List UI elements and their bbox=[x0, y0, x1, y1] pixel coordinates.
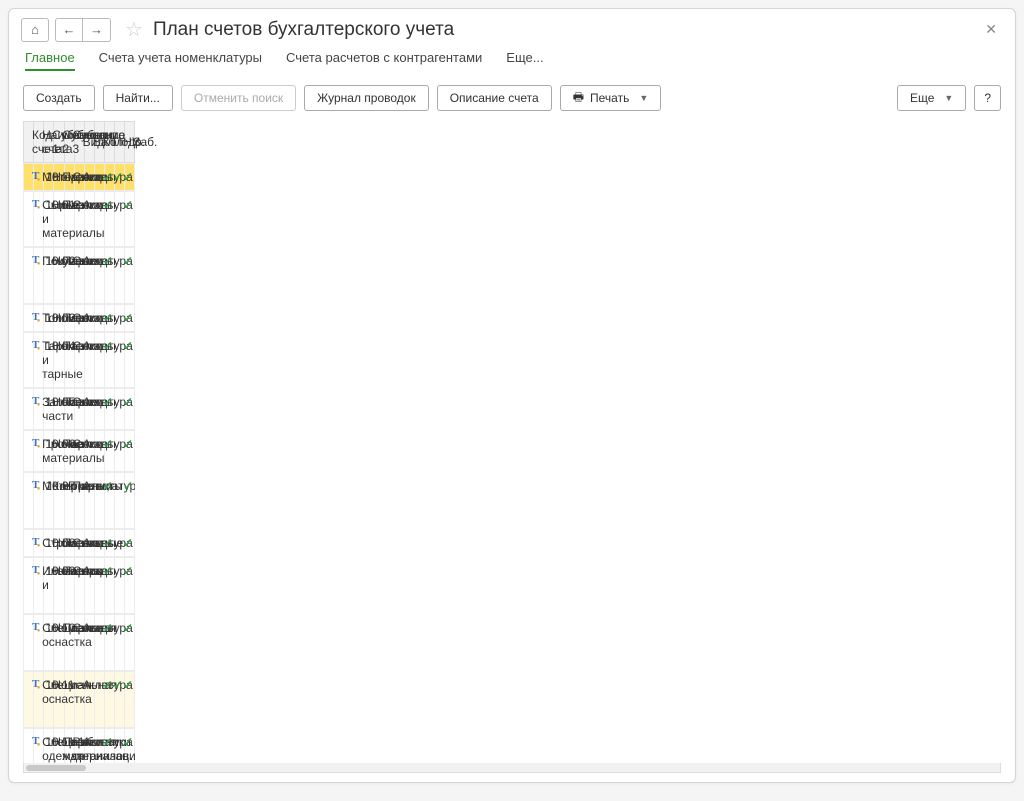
arrow-right-icon: → bbox=[90, 22, 103, 37]
table-row[interactable]: T10.09Инвентарь иНоменклатураПартииСклад… bbox=[23, 557, 135, 614]
print-button[interactable]: 🖶 Печать ▼ bbox=[560, 85, 662, 111]
table-row[interactable]: T10.08СтроительныеНоменклатураПартииСкла… bbox=[23, 529, 135, 557]
account-icon: T bbox=[32, 339, 39, 351]
account-icon: T bbox=[32, 311, 39, 323]
help-button[interactable]: ? bbox=[974, 85, 1001, 111]
account-icon: T bbox=[32, 395, 39, 407]
table-body: T10МатериалыНоменклатураПартииСкладыА✓✓✓… bbox=[23, 163, 135, 763]
table-row[interactable]: T10.10Специальная оснасткаНоменклатураПа… bbox=[23, 614, 135, 671]
more-label: Еще bbox=[910, 91, 934, 105]
account-icon: T bbox=[32, 479, 39, 491]
table-row[interactable]: T10.11Специальная оснасткаНоменклатураА✓… bbox=[23, 671, 135, 728]
journal-button[interactable]: Журнал проводок bbox=[304, 85, 429, 111]
col-code[interactable]: Код счета bbox=[24, 122, 34, 163]
horizontal-scrollbar[interactable] bbox=[23, 763, 1001, 773]
table-row[interactable]: T10.02ПокупныеНоменклатураПартииСкладыА✓… bbox=[23, 247, 135, 304]
account-icon: T bbox=[32, 621, 39, 633]
favorite-icon[interactable]: ☆ bbox=[125, 17, 143, 42]
close-button[interactable]: ✕ bbox=[979, 19, 1003, 40]
forward-button[interactable]: → bbox=[83, 18, 111, 42]
page-title: План счетов бухгалтерского учета bbox=[153, 19, 454, 41]
chevron-down-icon: ▼ bbox=[944, 93, 953, 103]
account-icon: T bbox=[32, 437, 39, 449]
table-row[interactable]: T10.05Запасные частиНоменклатураПартииСк… bbox=[23, 388, 135, 430]
table-row[interactable]: T10МатериалыНоменклатураПартииСкладыА✓✓✓ bbox=[23, 163, 135, 191]
arrow-left-icon: ← bbox=[63, 22, 76, 37]
print-label: Печать bbox=[590, 91, 629, 105]
account-icon: T bbox=[32, 170, 39, 182]
find-button[interactable]: Найти... bbox=[103, 85, 173, 111]
account-icon: T bbox=[32, 735, 39, 747]
table-row[interactable]: T10.07Материалы,КонтрагентыНоменклатураП… bbox=[23, 472, 135, 529]
printer-icon: 🖶 bbox=[573, 88, 584, 109]
account-icon: T bbox=[32, 198, 39, 210]
nav-history: ← → bbox=[55, 18, 111, 42]
back-button[interactable]: ← bbox=[55, 18, 83, 42]
accounts-table: Код счета Наименование счета Субконто 1 … bbox=[23, 121, 1001, 763]
table-row[interactable]: T10.04Тара и тарныеНоменклатураПартииСкл… bbox=[23, 332, 135, 388]
table-row[interactable]: T10.11.1Специальная одежда в эксплуатаци… bbox=[23, 728, 135, 763]
account-icon: T bbox=[32, 678, 39, 690]
toolbar: Создать Найти... Отменить поиск Журнал п… bbox=[9, 79, 1015, 121]
home-button[interactable]: ⌂ bbox=[21, 18, 49, 42]
table-row[interactable]: T10.03ТопливоНоменклатураПартииСкладыА✓✓ bbox=[23, 304, 135, 332]
table-row[interactable]: T10.06Прочие материалыНоменклатураПартии… bbox=[23, 430, 135, 472]
tab-2[interactable]: Счета расчетов с контрагентами bbox=[286, 50, 482, 71]
account-icon: T bbox=[32, 254, 39, 266]
table-header: Код счета Наименование счета Субконто 1 … bbox=[23, 121, 135, 163]
table-container: Код счета Наименование счета Субконто 1 … bbox=[9, 121, 1015, 782]
account-icon: T bbox=[32, 564, 39, 576]
tab-3[interactable]: Еще... bbox=[506, 50, 543, 71]
window: ⌂ ← → ☆ План счетов бухгалтерского учета… bbox=[8, 8, 1016, 783]
more-button[interactable]: Еще ▼ bbox=[897, 85, 966, 111]
tab-0[interactable]: Главное bbox=[25, 50, 75, 71]
account-icon: T bbox=[32, 536, 39, 548]
cancel-search-button: Отменить поиск bbox=[181, 85, 296, 111]
tabs-bar: Главное Счета учета номенклатуры Счета рас… bbox=[9, 48, 1015, 79]
table-row[interactable]: T10.01Сырье и материалыНоменклатураПарти… bbox=[23, 191, 135, 247]
create-button[interactable]: Создать bbox=[23, 85, 95, 111]
home-icon: ⌂ bbox=[31, 22, 39, 37]
chevron-down-icon: ▼ bbox=[639, 93, 648, 103]
tab-1[interactable]: Счета учета номенклатуры bbox=[99, 50, 262, 71]
description-button[interactable]: Описание счета bbox=[437, 85, 552, 111]
window-header: ⌂ ← → ☆ План счетов бухгалтерского учета… bbox=[9, 9, 1015, 48]
